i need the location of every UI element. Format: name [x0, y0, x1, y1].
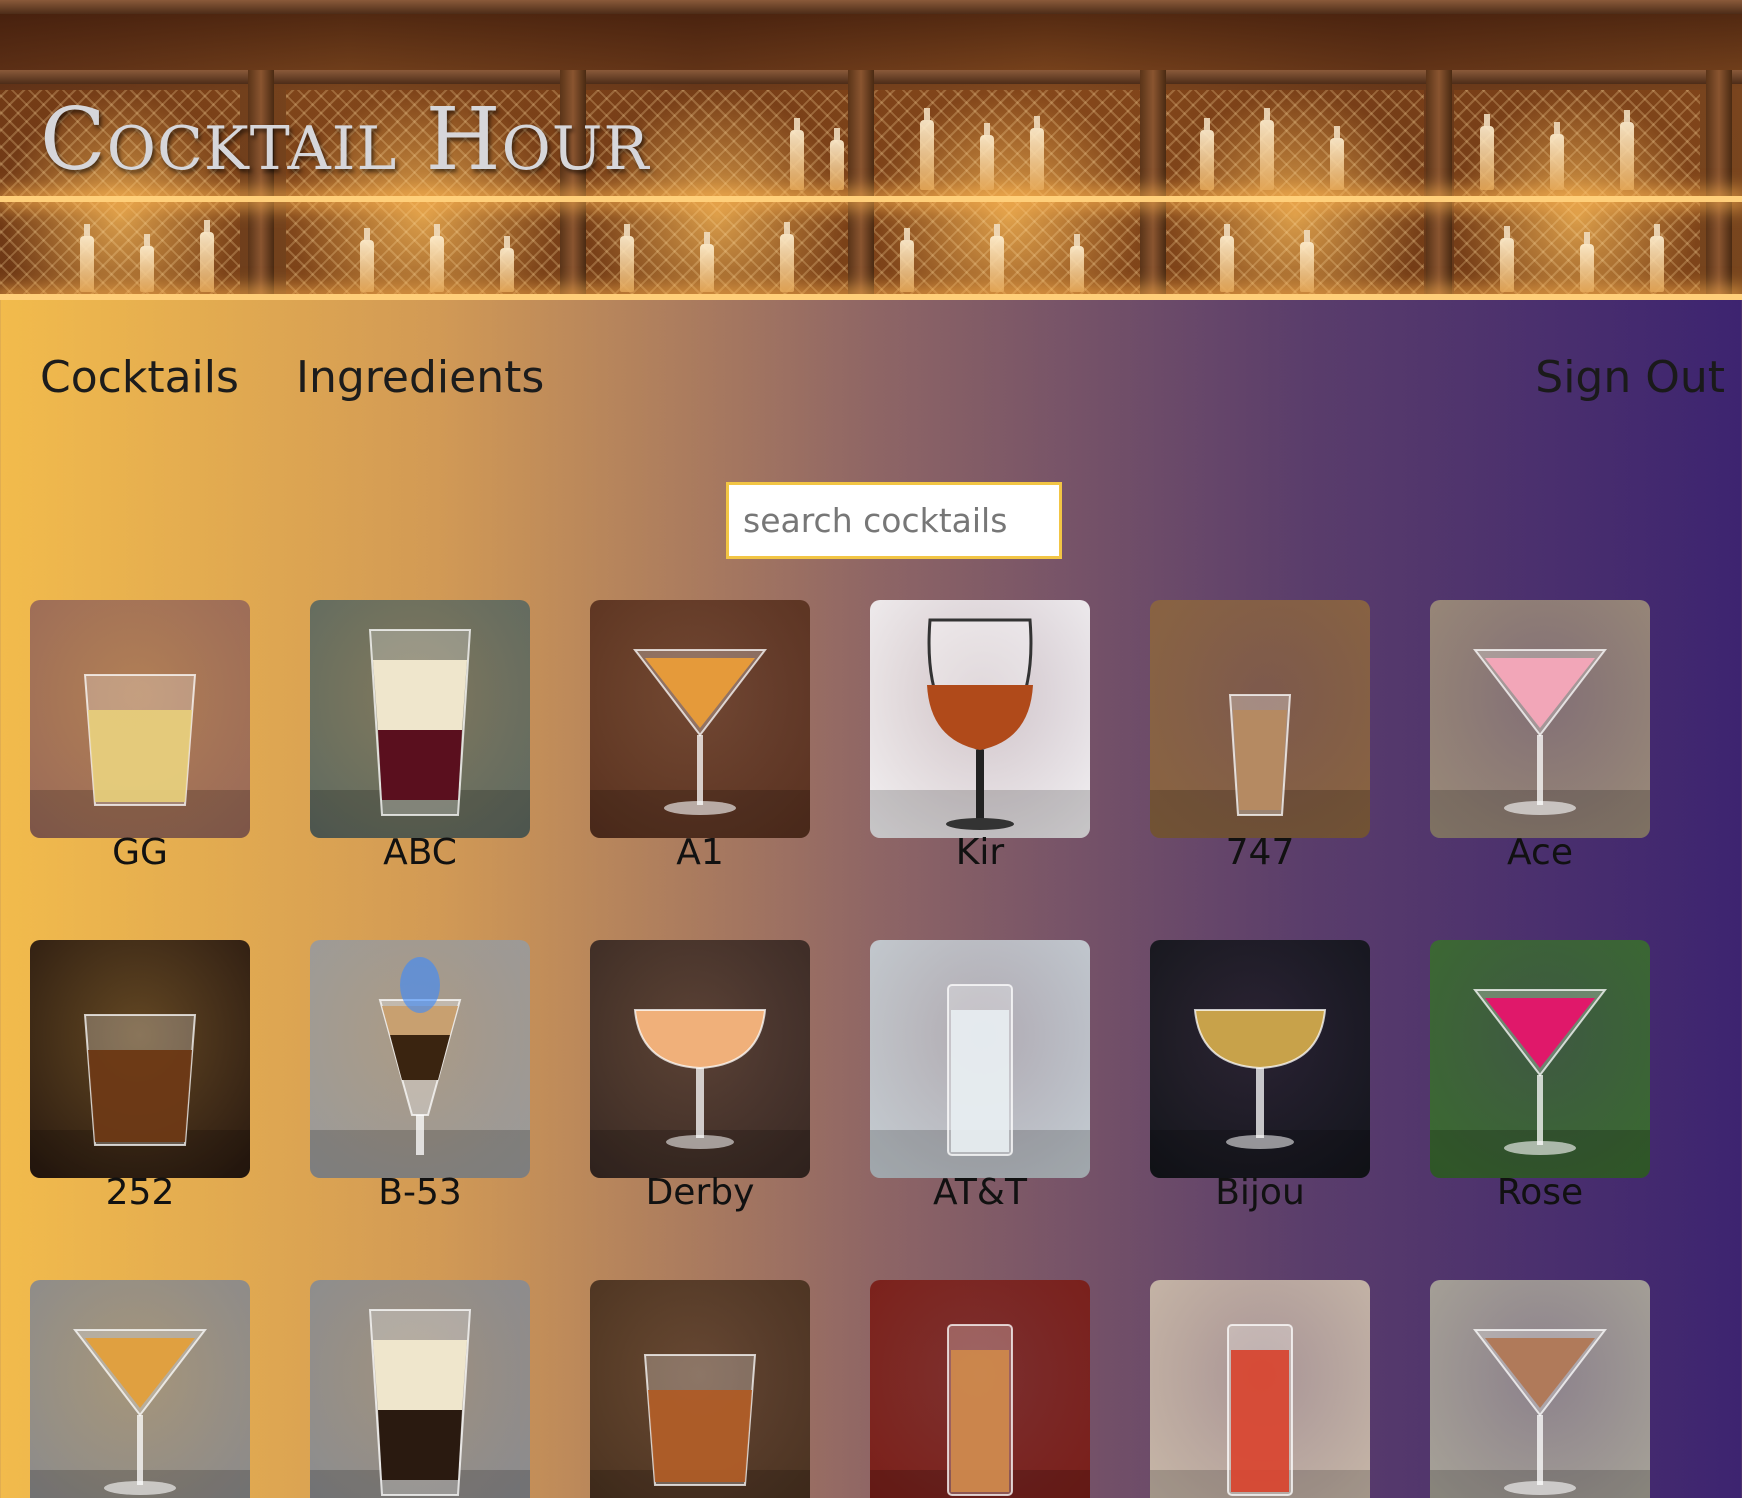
cocktail-name[interactable]: Derby: [590, 1172, 810, 1213]
cocktail-image[interactable]: [1430, 600, 1650, 838]
cocktail-image[interactable]: [590, 940, 810, 1178]
bottle: [1500, 226, 1514, 292]
cocktail-card[interactable]: Bijou: [1150, 940, 1370, 1213]
bottle: [1260, 108, 1274, 190]
cocktail-image[interactable]: [1430, 1280, 1650, 1498]
cocktail-image[interactable]: [590, 600, 810, 838]
cocktail-name[interactable]: 747: [1150, 832, 1370, 873]
cocktail-image[interactable]: [1150, 1280, 1370, 1498]
bottle: [1580, 232, 1594, 292]
cocktail-name[interactable]: B-53: [310, 1172, 530, 1213]
bottle: [200, 220, 214, 292]
bottle: [1330, 126, 1344, 190]
cocktail-card[interactable]: Ace: [1430, 600, 1650, 873]
nav-ingredients-link[interactable]: Ingredients: [296, 352, 544, 403]
bottle: [1550, 122, 1564, 190]
cocktail-name[interactable]: 252: [30, 1172, 250, 1213]
banner-shelf: [0, 294, 1742, 300]
cocktail-image[interactable]: [1150, 940, 1370, 1178]
banner-beam: [0, 0, 1742, 14]
cocktail-card[interactable]: A1: [590, 600, 810, 873]
sign-out-link[interactable]: Sign Out: [1535, 352, 1725, 403]
cocktail-name[interactable]: AT&T: [870, 1172, 1090, 1213]
bottle: [1480, 114, 1494, 190]
banner-post: [848, 70, 874, 300]
bottle: [780, 222, 794, 292]
cocktail-image[interactable]: [310, 940, 530, 1178]
cocktail-card[interactable]: ABC: [310, 600, 530, 873]
cocktail-card[interactable]: [590, 1280, 810, 1498]
bottle: [360, 228, 374, 292]
cocktail-card[interactable]: Rose: [1430, 940, 1650, 1213]
cocktail-card[interactable]: 747: [1150, 600, 1370, 873]
cocktail-card[interactable]: [1150, 1280, 1370, 1498]
cocktail-name[interactable]: Kir: [870, 832, 1090, 873]
banner-post: [1706, 70, 1732, 300]
cocktail-image[interactable]: [870, 940, 1090, 1178]
cocktail-card[interactable]: [30, 1280, 250, 1498]
cocktail-grid: GG ABC A1 Kir 747 Ace 252 B-53 Derby AT&…: [30, 600, 1710, 1498]
bottle: [1650, 224, 1664, 292]
bottle: [1300, 230, 1314, 292]
cocktail-card[interactable]: [310, 1280, 530, 1498]
header-banner: Cocktail Hour: [0, 0, 1742, 300]
bottle: [830, 128, 844, 190]
site-title: Cocktail Hour: [40, 90, 650, 190]
bottle: [980, 123, 994, 190]
banner-post: [1140, 70, 1166, 300]
cocktail-card[interactable]: AT&T: [870, 940, 1090, 1213]
bottle: [1200, 118, 1214, 190]
bottle: [1620, 110, 1634, 190]
cocktail-image[interactable]: [310, 1280, 530, 1498]
banner-shelf: [0, 196, 1742, 202]
nav-cocktails-link[interactable]: Cocktails: [40, 352, 239, 403]
banner-post: [1426, 70, 1452, 300]
cocktail-image[interactable]: [870, 600, 1090, 838]
cocktail-image[interactable]: [1430, 940, 1650, 1178]
bottle: [900, 228, 914, 292]
cocktail-card[interactable]: B-53: [310, 940, 530, 1213]
cabinet-panel: [874, 90, 1144, 300]
bottle: [790, 118, 804, 190]
search-cocktails-input[interactable]: [726, 482, 1062, 559]
cocktail-name[interactable]: A1: [590, 832, 810, 873]
bottle: [1070, 234, 1084, 292]
cocktail-image[interactable]: [30, 600, 250, 838]
bottle: [500, 236, 514, 292]
bottle: [990, 224, 1004, 292]
bottle: [140, 234, 154, 292]
cocktail-card[interactable]: GG: [30, 600, 250, 873]
cocktail-image[interactable]: [870, 1280, 1090, 1498]
cocktail-name[interactable]: Bijou: [1150, 1172, 1370, 1213]
bottle: [700, 232, 714, 292]
bottle: [1030, 116, 1044, 190]
cocktail-image[interactable]: [30, 940, 250, 1178]
bottle: [80, 224, 94, 292]
bottle: [430, 224, 444, 292]
cocktail-name[interactable]: ABC: [310, 832, 530, 873]
cocktail-image[interactable]: [1150, 600, 1370, 838]
bottle: [1220, 224, 1234, 292]
cocktail-card[interactable]: 252: [30, 940, 250, 1213]
cocktail-image[interactable]: [310, 600, 530, 838]
cocktail-name[interactable]: Rose: [1430, 1172, 1650, 1213]
cocktail-image[interactable]: [590, 1280, 810, 1498]
cocktail-card[interactable]: Derby: [590, 940, 810, 1213]
cocktail-name[interactable]: GG: [30, 832, 250, 873]
cocktail-card[interactable]: [870, 1280, 1090, 1498]
bottle: [920, 108, 934, 190]
cocktail-card[interactable]: Kir: [870, 600, 1090, 873]
bottle: [620, 224, 634, 292]
cocktail-image[interactable]: [30, 1280, 250, 1498]
cocktail-name[interactable]: Ace: [1430, 832, 1650, 873]
cocktail-card[interactable]: [1430, 1280, 1650, 1498]
